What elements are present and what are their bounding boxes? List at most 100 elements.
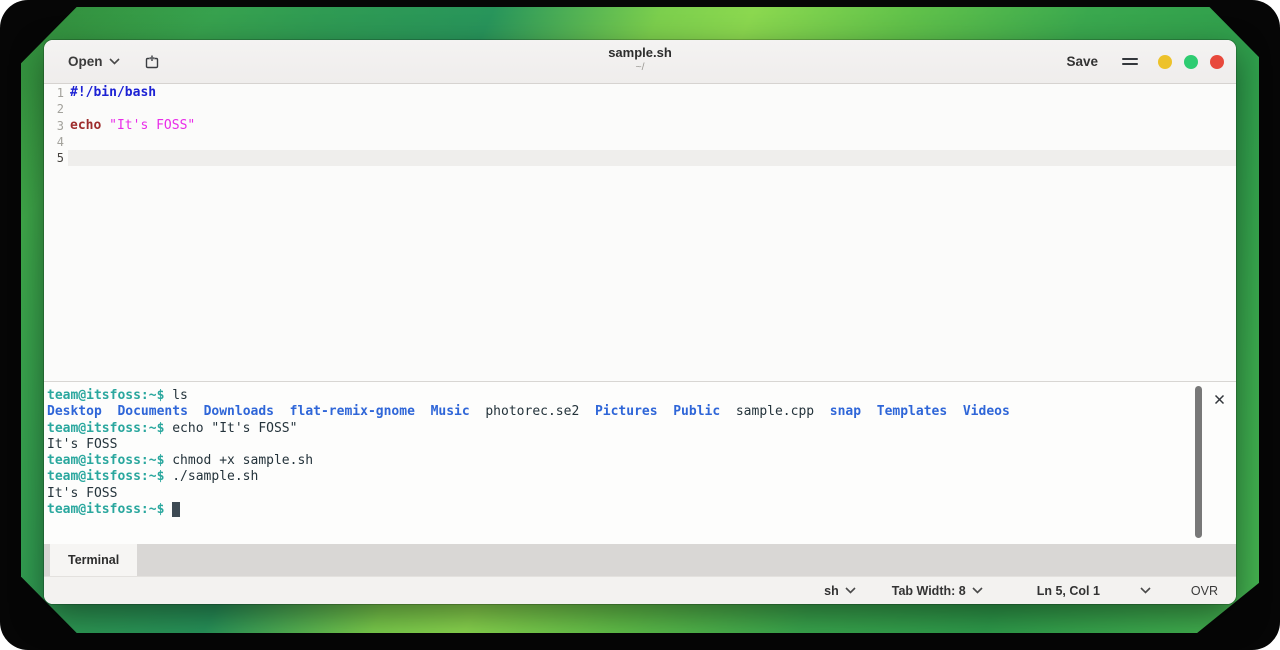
text-segment: #!/bin/bash xyxy=(70,85,156,100)
editor-lines: 1#!/bin/bash2 3echo "It's FOSS"4 5 xyxy=(44,85,1236,166)
gedit-window: Open sample.sh ~/ Save xyxy=(44,40,1236,604)
maximize-button[interactable] xyxy=(1184,55,1198,69)
text-segment: chmod +x sample.sh xyxy=(164,453,313,468)
terminal-scrollbar[interactable] xyxy=(1195,386,1202,538)
editor-line[interactable]: 3echo "It's FOSS" xyxy=(44,118,1236,134)
tab-width-label: Tab Width: 8 xyxy=(892,584,966,598)
close-button[interactable] xyxy=(1210,55,1224,69)
minimize-button[interactable] xyxy=(1158,55,1172,69)
editor-line[interactable]: 2 xyxy=(44,101,1236,117)
tab-terminal-label: Terminal xyxy=(68,553,119,567)
hamburger-menu-button[interactable] xyxy=(1122,56,1138,68)
code-text: echo "It's FOSS" xyxy=(68,118,1236,134)
editor-area[interactable]: 1#!/bin/bash2 3echo "It's FOSS"4 5 xyxy=(44,84,1236,381)
text-segment: Templates xyxy=(877,404,947,419)
line-number: 1 xyxy=(44,85,68,101)
text-segment: flat-remix-gnome xyxy=(290,404,415,419)
text-segment: Documents xyxy=(117,404,187,419)
text-segment: team@itsfoss:~$ xyxy=(47,388,164,403)
header-bar: Open sample.sh ~/ Save xyxy=(44,40,1236,84)
terminal-line: team@itsfoss:~$ ./sample.sh xyxy=(47,469,1188,485)
line-number: 2 xyxy=(44,101,68,117)
new-tab-icon xyxy=(144,54,160,70)
terminal-line: team@itsfoss:~$ echo "It's FOSS" xyxy=(47,421,1188,437)
chevron-down-icon xyxy=(972,587,983,594)
text-segment: ls xyxy=(164,388,187,403)
text-segment xyxy=(861,404,877,419)
terminal-line: team@itsfoss:~$ xyxy=(47,502,1188,518)
code-text xyxy=(68,134,1236,150)
cursor-position-label: Ln 5, Col 1 xyxy=(1037,584,1100,598)
text-segment: Music xyxy=(431,404,470,419)
chevron-down-icon xyxy=(845,587,856,594)
open-button-label: Open xyxy=(68,54,103,69)
text-segment: team@itsfoss:~$ xyxy=(47,502,164,517)
save-button[interactable]: Save xyxy=(1058,49,1106,74)
status-bar: sh Tab Width: 8 Ln 5, Col 1 OVR xyxy=(44,576,1236,604)
code-text: #!/bin/bash xyxy=(68,85,1236,101)
tab-width-selector[interactable]: Tab Width: 8 xyxy=(878,584,997,598)
text-segment: Public xyxy=(673,404,720,419)
terminal-output: team@itsfoss:~$ lsDesktop Documents Down… xyxy=(47,388,1188,518)
chevron-down-icon xyxy=(1140,587,1151,594)
text-segment: It's FOSS xyxy=(47,437,117,452)
terminal-line: team@itsfoss:~$ ls xyxy=(47,388,1188,404)
code-text xyxy=(68,150,1236,166)
code-text xyxy=(68,101,1236,117)
line-number: 4 xyxy=(44,134,68,150)
document-path: ~/ xyxy=(44,61,1236,73)
panel-tab-bar: Terminal xyxy=(44,544,1236,576)
panel-close-button[interactable] xyxy=(1210,390,1228,408)
text-segment xyxy=(274,404,290,419)
new-document-button[interactable] xyxy=(138,49,166,75)
chevron-down-icon xyxy=(109,58,120,65)
text-segment xyxy=(579,404,595,419)
text-segment xyxy=(415,404,431,419)
text-segment xyxy=(470,404,486,419)
terminal-line: team@itsfoss:~$ chmod +x sample.sh xyxy=(47,453,1188,469)
save-button-label: Save xyxy=(1066,54,1098,69)
text-segment: Downloads xyxy=(204,404,274,419)
editor-line[interactable]: 5 xyxy=(44,150,1236,166)
terminal-line: Desktop Documents Downloads flat-remix-g… xyxy=(47,404,1188,420)
text-segment xyxy=(658,404,674,419)
line-number: 5 xyxy=(44,150,68,166)
overwrite-mode-label: OVR xyxy=(1191,584,1218,598)
text-segment: snap xyxy=(830,404,861,419)
editor-line[interactable]: 1#!/bin/bash xyxy=(44,85,1236,101)
open-button[interactable]: Open xyxy=(60,49,128,74)
document-title: sample.sh xyxy=(44,45,1236,61)
editor-line[interactable]: 4 xyxy=(44,134,1236,150)
terminal-line: It's FOSS xyxy=(47,437,1188,453)
language-label: sh xyxy=(824,584,839,598)
tab-terminal[interactable]: Terminal xyxy=(50,544,137,576)
text-segment: It's FOSS xyxy=(47,486,117,501)
text-segment: Videos xyxy=(963,404,1010,419)
text-segment: sample.cpp xyxy=(736,404,814,419)
text-segment xyxy=(102,404,118,419)
window-title-block: sample.sh ~/ xyxy=(44,45,1236,73)
text-segment: team@itsfoss:~$ xyxy=(47,421,164,436)
text-segment xyxy=(101,118,109,133)
text-segment: photorec.se2 xyxy=(485,404,579,419)
text-segment xyxy=(720,404,736,419)
text-segment: team@itsfoss:~$ xyxy=(47,469,164,484)
text-segment xyxy=(814,404,830,419)
text-segment: Pictures xyxy=(595,404,658,419)
text-segment: Desktop xyxy=(47,404,102,419)
text-segment: ./sample.sh xyxy=(164,469,258,484)
text-segment: "It's FOSS" xyxy=(109,118,195,133)
language-selector[interactable]: sh xyxy=(810,584,870,598)
text-segment: echo "It's FOSS" xyxy=(164,421,297,436)
close-icon xyxy=(1214,394,1225,405)
text-segment: echo xyxy=(70,118,101,133)
goto-line-button[interactable] xyxy=(1130,587,1161,594)
terminal-panel[interactable]: team@itsfoss:~$ lsDesktop Documents Down… xyxy=(44,381,1236,544)
terminal-line: It's FOSS xyxy=(47,486,1188,502)
text-segment: team@itsfoss:~$ xyxy=(47,453,164,468)
cursor-position: Ln 5, Col 1 xyxy=(1023,584,1114,598)
text-segment xyxy=(172,502,180,517)
line-number: 3 xyxy=(44,118,68,134)
overwrite-mode-indicator: OVR xyxy=(1177,584,1236,598)
text-segment xyxy=(188,404,204,419)
